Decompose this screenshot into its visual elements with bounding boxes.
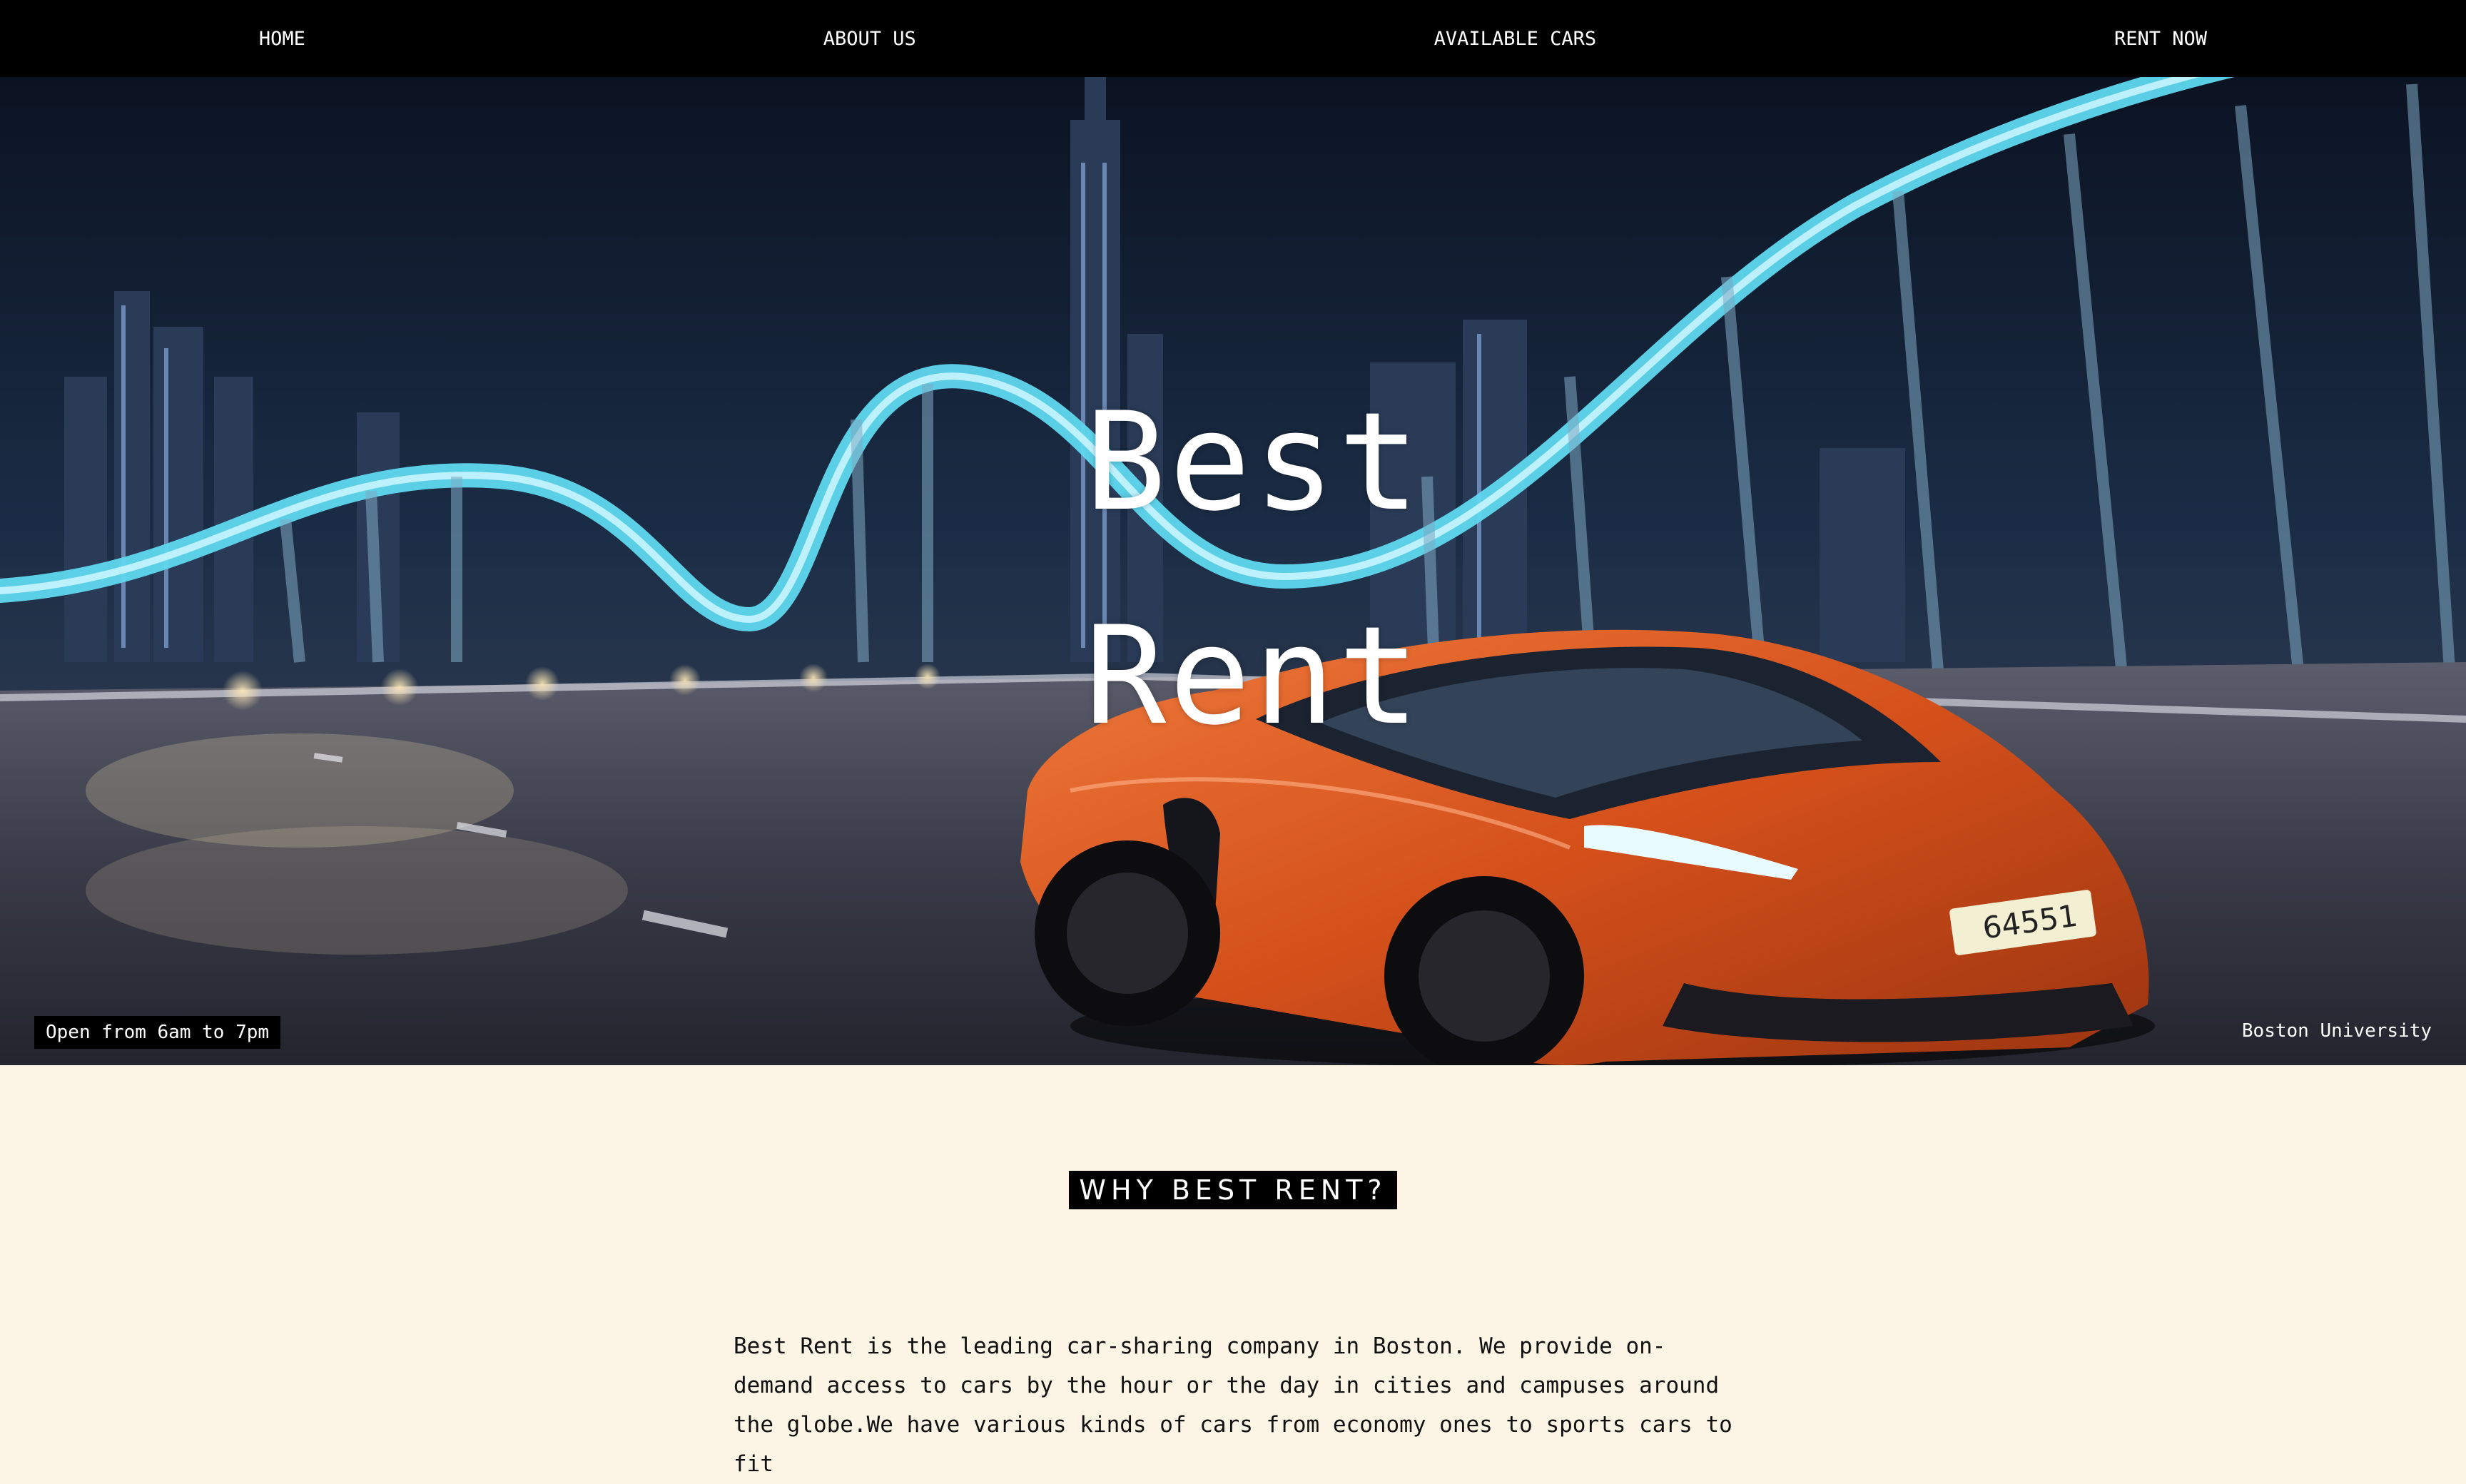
hero-title-line-1: Best xyxy=(1085,383,1423,541)
hero-title-line-2: Rent xyxy=(1085,597,1423,755)
nav-home-link[interactable]: HOME xyxy=(259,28,305,50)
hero-title: Best Rent xyxy=(1085,355,1484,783)
opening-hours-badge: Open from 6am to 7pm xyxy=(34,1016,281,1049)
hero-section: 64551 Best Rent Open from 6am to 7pm Bos… xyxy=(0,77,2466,1065)
why-description: Best Rent is the leading car-sharing com… xyxy=(734,1333,1732,1477)
nav-about-link[interactable]: ABOUT US xyxy=(823,28,916,50)
why-heading: WHY BEST RENT? xyxy=(1069,1171,1397,1209)
nav-available-cars-link[interactable]: AVAILABLE CARS xyxy=(1434,28,1597,50)
location-label: Boston University xyxy=(2241,1020,2432,1042)
top-nav: HOME ABOUT US AVAILABLE CARS RENT NOW xyxy=(0,0,2466,77)
nav-rent-now-link[interactable]: RENT NOW xyxy=(2114,28,2207,50)
